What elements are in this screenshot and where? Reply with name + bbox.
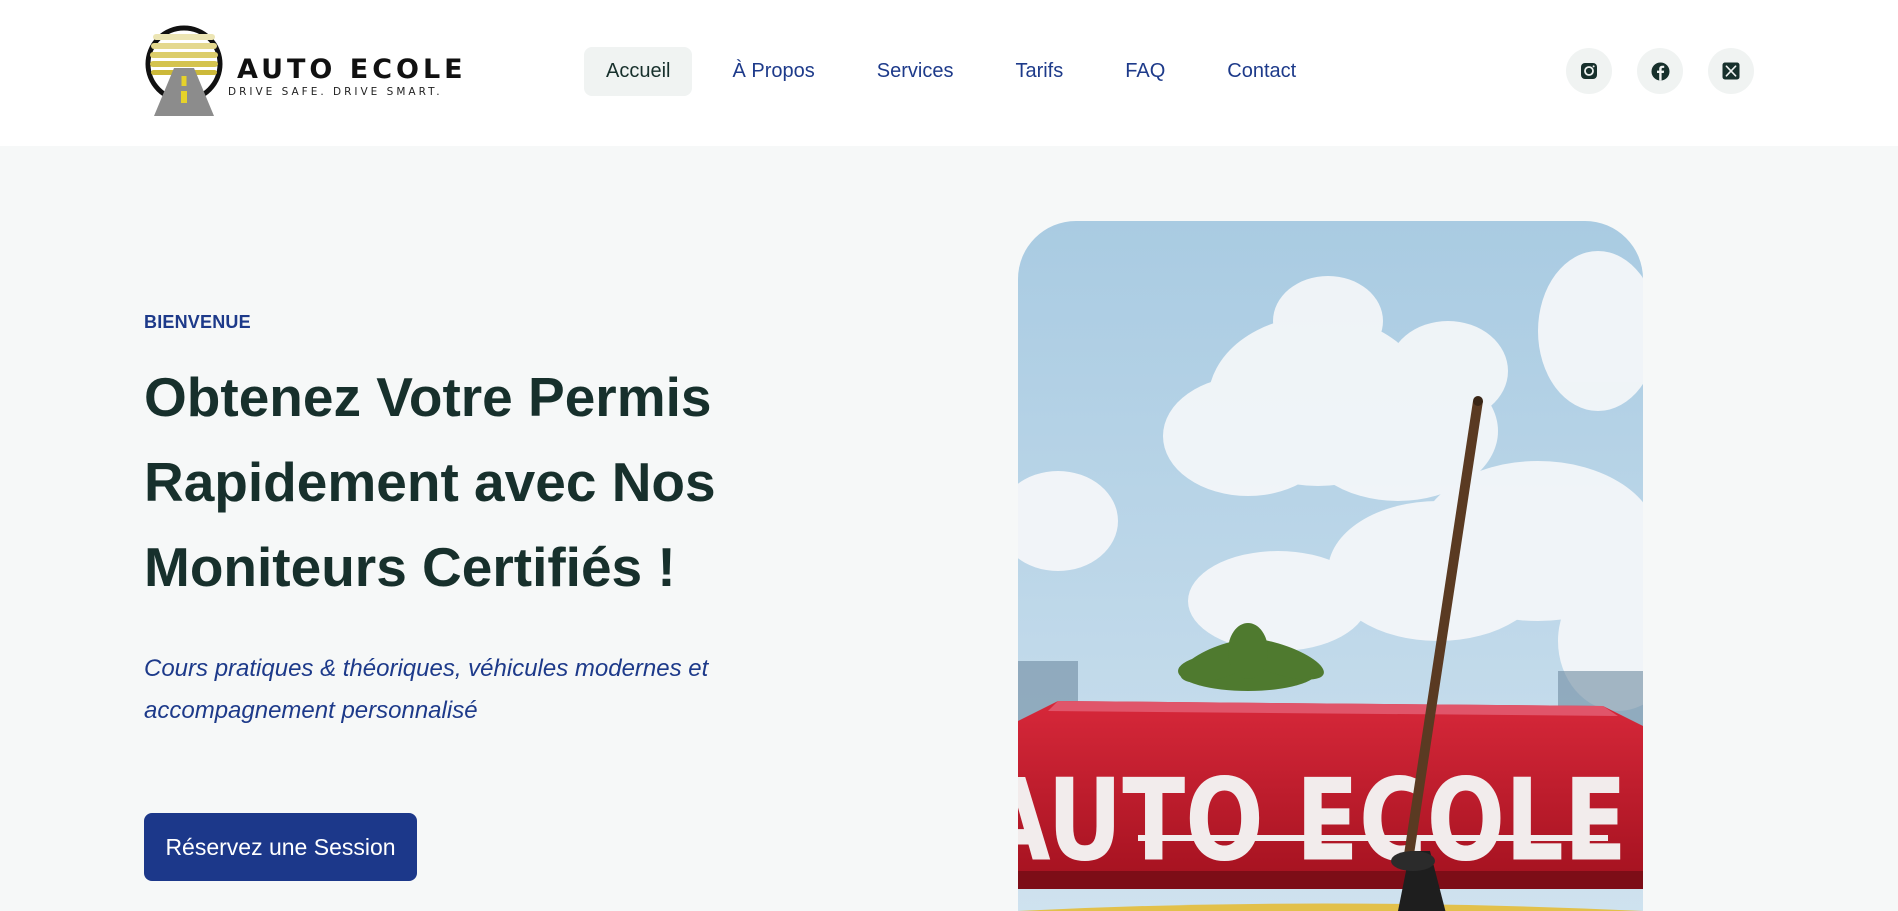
x-twitter-icon [1722,62,1740,80]
hero-image-auto-ecole-sign: AUTO ECOLE [1018,221,1643,911]
facebook-icon [1651,62,1669,80]
nav-item-contact[interactable]: Contact [1205,47,1318,96]
brand-tagline: DRIVE SAFE. DRIVE SMART. [228,86,443,98]
book-session-button[interactable]: Réservez une Session [144,813,417,881]
hero-section: BIENVENUE Obtenez Votre Permis Rapidemen… [144,312,884,732]
auto-ecole-car-sign-image: AUTO ECOLE [1018,221,1643,911]
road-logo-icon [145,25,223,116]
nav-item-a-propos[interactable]: À Propos [710,47,836,96]
instagram-link[interactable] [1566,48,1612,94]
nav-item-accueil[interactable]: Accueil [584,46,693,96]
site-header: AUTO ECOLE DRIVE SAFE. DRIVE SMART. Accu… [0,0,1898,146]
sign-text: AUTO ECOLE [1018,755,1627,887]
site-logo[interactable]: AUTO ECOLE DRIVE SAFE. DRIVE SMART. [145,24,463,116]
nav-item-tarifs[interactable]: Tarifs [993,47,1085,96]
hero-headline: Obtenez Votre Permis Rapidement avec Nos… [144,366,716,598]
x-twitter-link[interactable] [1708,48,1754,94]
facebook-link[interactable] [1637,48,1683,94]
instagram-icon [1581,63,1597,79]
main-navigation: Accueil À Propos Services Tarifs FAQ Con… [584,46,1336,96]
brand-name: AUTO ECOLE [237,54,467,85]
hero-eyebrow: BIENVENUE [144,312,251,332]
nav-item-faq[interactable]: FAQ [1103,47,1187,96]
social-links [1566,48,1779,94]
nav-item-services[interactable]: Services [855,47,976,96]
hero-subtitle: Cours pratiques & théoriques, véhicules … [144,655,709,724]
